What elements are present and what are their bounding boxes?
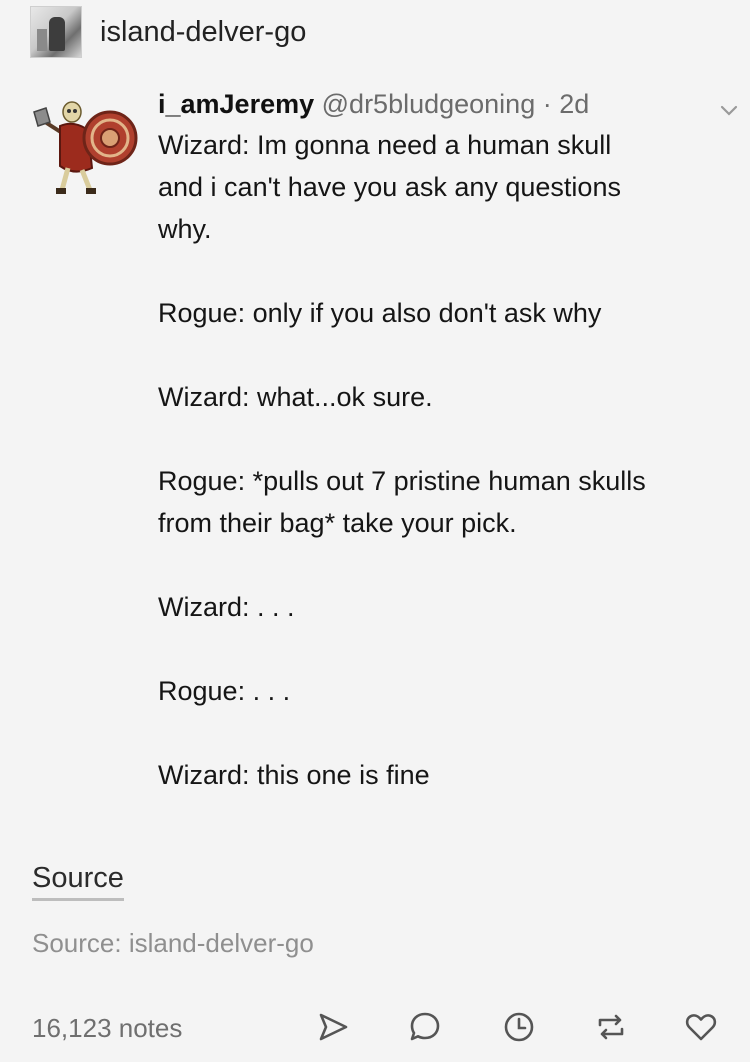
clock-icon[interactable] — [502, 1010, 536, 1044]
share-icon[interactable] — [316, 1010, 350, 1044]
post-footer: 16,123 notes — [32, 1006, 722, 1050]
tweet-line: Wizard: what...ok sure. — [158, 382, 433, 412]
tweet-line: Rogue: *pulls out 7 pristine human skull… — [158, 466, 646, 496]
tweet-line: Rogue: . . . — [158, 676, 291, 706]
tweet-text: Wizard: Im gonna need a human skull and … — [158, 124, 730, 796]
source-attribution[interactable]: Source: island-delver-go — [32, 925, 314, 961]
tweet-line: Rogue: only if you also don't ask why — [158, 298, 602, 328]
source-link[interactable]: Source — [32, 858, 124, 901]
tweet-line: Wizard: this one is fine — [158, 760, 430, 790]
blog-avatar[interactable] — [30, 6, 82, 58]
user-handle[interactable]: @dr5bludgeoning — [322, 89, 536, 119]
tweet-line: and i can't have you ask any questions — [158, 172, 621, 202]
separator-dot: · — [542, 89, 552, 119]
post-header: island-delver-go — [30, 4, 306, 60]
tweet-line: why. — [158, 214, 212, 244]
blog-name[interactable]: island-delver-go — [100, 16, 306, 49]
chevron-down-icon[interactable] — [718, 92, 740, 116]
notes-count[interactable]: 16,123 notes — [32, 1010, 182, 1046]
tweet-line: Wizard: Im gonna need a human skull — [158, 130, 612, 160]
heart-icon[interactable] — [684, 1010, 718, 1044]
reblog-icon[interactable] — [594, 1010, 628, 1044]
skeleton-warrior-avatar — [30, 90, 140, 200]
tweet-body: i_amJeremy @dr5bludgeoning · 2d Wizard: … — [158, 84, 738, 796]
reply-icon[interactable] — [408, 1010, 442, 1044]
tweet-line: Wizard: . . . — [158, 592, 295, 622]
tweet-age: 2d — [559, 89, 590, 119]
tweet-line: from their bag* take your pick. — [158, 508, 517, 538]
display-name[interactable]: i_amJeremy — [158, 89, 314, 119]
tweet-header: i_amJeremy @dr5bludgeoning · 2d — [158, 84, 738, 124]
